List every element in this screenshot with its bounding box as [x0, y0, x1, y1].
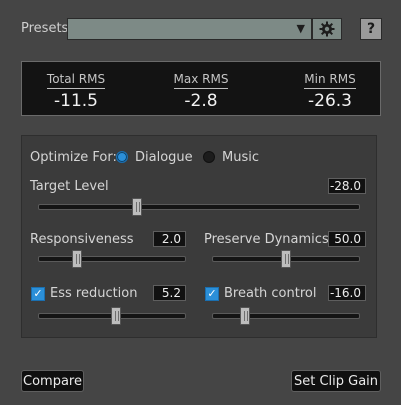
- ess-reduction-slider-thumb[interactable]: [111, 307, 121, 325]
- max-rms-readout: Max RMS -2.8: [151, 68, 251, 111]
- target-level-value[interactable]: -28.0: [328, 178, 366, 194]
- presets-dropdown[interactable]: ▼: [67, 18, 312, 40]
- ess-reduction-checkbox[interactable]: ✓: [31, 287, 45, 301]
- caret-down-icon: ▼: [296, 22, 305, 35]
- responsiveness-label: Responsiveness: [30, 232, 134, 247]
- breath-control-label[interactable]: Breath control: [224, 286, 316, 301]
- target-level-slider-track[interactable]: [38, 204, 360, 210]
- help-button[interactable]: ?: [360, 18, 382, 40]
- min-rms-label: Min RMS: [304, 72, 356, 89]
- optimize-for-label: Optimize For:: [30, 150, 117, 165]
- ess-reduction-value[interactable]: 5.2: [153, 285, 186, 301]
- preserve-dynamics-label: Preserve Dynamics: [204, 232, 329, 247]
- min-rms-readout: Min RMS -26.3: [280, 68, 380, 111]
- preserve-dynamics-value[interactable]: 50.0: [328, 231, 366, 247]
- max-rms-label: Max RMS: [173, 72, 229, 89]
- ess-reduction-label[interactable]: Ess reduction: [50, 286, 138, 301]
- compare-button[interactable]: Compare: [21, 370, 84, 392]
- set-clip-gain-button[interactable]: Set Clip Gain: [291, 370, 381, 392]
- preserve-dynamics-slider-thumb[interactable]: [281, 250, 291, 268]
- responsiveness-value[interactable]: 2.0: [153, 231, 186, 247]
- breath-control-slider-track[interactable]: [212, 313, 360, 319]
- rms-readout-panel: Total RMS -11.5 Max RMS -2.8 Min RMS -26…: [21, 61, 381, 116]
- music-radio[interactable]: [203, 151, 215, 163]
- settings-panel: Optimize For: Dialogue Music Target Leve…: [21, 135, 377, 338]
- preset-settings-button[interactable]: [312, 18, 342, 40]
- dialogue-radio[interactable]: [116, 151, 128, 163]
- total-rms-readout: Total RMS -11.5: [26, 68, 126, 111]
- breath-control-value[interactable]: -16.0: [328, 285, 366, 301]
- max-rms-value: -2.8: [184, 91, 218, 111]
- min-rms-value: -26.3: [308, 91, 352, 111]
- music-label[interactable]: Music: [222, 150, 259, 165]
- responsiveness-slider-track[interactable]: [38, 256, 186, 262]
- gear-icon: [319, 21, 335, 37]
- target-level-label: Target Level: [30, 179, 109, 194]
- target-level-slider-thumb[interactable]: [132, 198, 142, 216]
- breath-control-slider-thumb[interactable]: [240, 307, 250, 325]
- dialogue-label[interactable]: Dialogue: [135, 150, 193, 165]
- responsiveness-slider-thumb[interactable]: [72, 250, 82, 268]
- total-rms-value: -11.5: [54, 91, 98, 111]
- total-rms-label: Total RMS: [46, 72, 106, 89]
- breath-control-checkbox[interactable]: ✓: [205, 287, 219, 301]
- presets-label: Presets: [21, 21, 69, 36]
